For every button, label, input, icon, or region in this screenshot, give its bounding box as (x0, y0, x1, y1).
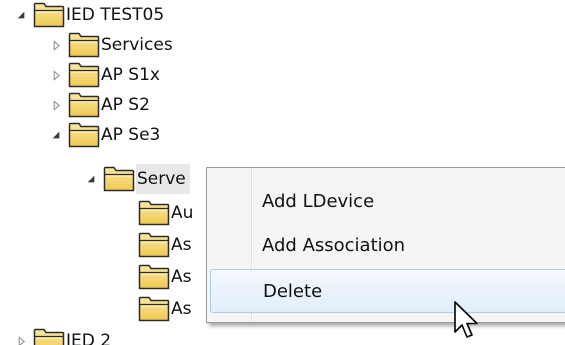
tree-node-child[interactable]: As (133, 262, 192, 292)
tree-node-label: As (171, 235, 192, 255)
menu-item-add-association[interactable]: Add Association (210, 224, 565, 268)
collapsed-triangle-icon[interactable] (49, 30, 63, 60)
tree-node-ied-2[interactable]: IED 2 (14, 326, 111, 345)
folder-icon (138, 296, 170, 322)
tree-node-ap-se3[interactable]: AP Se3 (49, 120, 160, 150)
tree-node-label: IED 2 (66, 331, 112, 345)
folder-icon (33, 2, 65, 28)
expanded-triangle-icon[interactable] (14, 0, 28, 30)
folder-icon (33, 328, 65, 345)
tree-node-ied-test05[interactable]: IED TEST05 (14, 0, 164, 30)
tree-node-label: Au (171, 203, 194, 223)
collapsed-triangle-icon[interactable] (14, 326, 28, 345)
folder-icon (138, 200, 170, 226)
tree-node-label: Services (101, 35, 173, 55)
menu-item-delete[interactable]: Delete (210, 269, 565, 313)
tree-node-child[interactable]: As (133, 230, 192, 260)
mouse-pointer-icon (453, 300, 483, 344)
folder-icon (68, 122, 100, 148)
menu-item-label: Delete (263, 281, 323, 302)
tree-node-label: As (171, 267, 192, 287)
tree-node-label: AP S2 (101, 95, 150, 115)
collapsed-triangle-icon[interactable] (49, 60, 63, 90)
folder-icon (68, 32, 100, 58)
tree-node-child[interactable]: As (133, 294, 192, 324)
tree-node-services[interactable]: Services (49, 30, 173, 60)
tree-node-label: AP S1x (101, 65, 160, 85)
menu-item-add-ldevice[interactable]: Add LDevice (210, 180, 565, 224)
context-menu: Add LDevice Add Association Delete (206, 167, 565, 323)
folder-icon (138, 232, 170, 258)
folder-icon (68, 92, 100, 118)
folder-icon (103, 166, 135, 192)
tree-node-ap-s1x[interactable]: AP S1x (49, 60, 160, 90)
folder-icon (138, 264, 170, 290)
expanded-triangle-icon[interactable] (84, 164, 98, 194)
tree-node-child[interactable]: Au (133, 198, 193, 228)
tree-node-label: IED TEST05 (66, 5, 165, 25)
tree-view: IED TEST05 Services AP S1x AP S2 AP Se3 … (0, 0, 565, 345)
tree-node-label: AP Se3 (101, 125, 161, 145)
tree-node-server[interactable]: Serve (84, 164, 190, 194)
tree-node-label: As (171, 299, 192, 319)
tree-node-label: Serve (136, 164, 190, 194)
tree-node-ap-s2[interactable]: AP S2 (49, 90, 150, 120)
folder-icon (68, 62, 100, 88)
menu-item-label: Add Association (262, 235, 406, 256)
expanded-triangle-icon[interactable] (49, 120, 63, 150)
menu-item-label: Add LDevice (262, 191, 375, 212)
collapsed-triangle-icon[interactable] (49, 90, 63, 120)
